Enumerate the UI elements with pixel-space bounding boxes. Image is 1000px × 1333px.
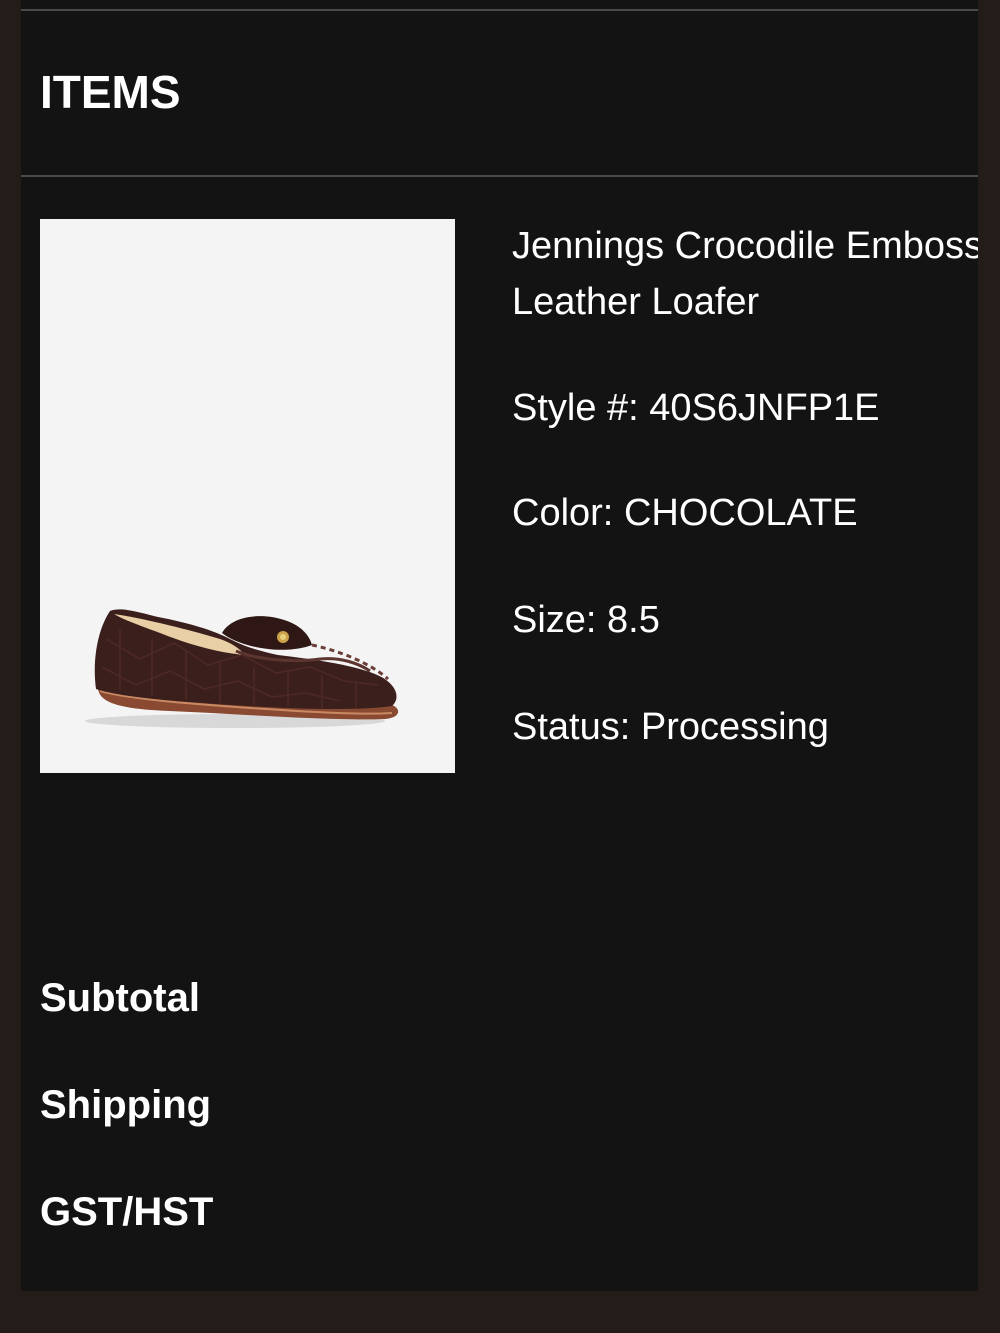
product-image[interactable] [40, 219, 455, 773]
color-row: Color: CHOCOLATE [512, 485, 858, 541]
shipping-label: Shipping [40, 1083, 212, 1127]
items-section-title: ITEMS [40, 66, 181, 118]
status-value: Processing [640, 706, 829, 748]
status-row: Status: Processing [512, 699, 829, 755]
item-details: Jennings Crocodile Embossed Leather Loaf… [512, 218, 978, 748]
color-value: CHOCOLATE [623, 492, 858, 534]
color-label: Color: [512, 492, 614, 534]
style-label: Style #: [512, 387, 639, 429]
size-row: Size: 8.5 [512, 592, 660, 648]
section-divider [21, 175, 978, 177]
subtotal-label: Subtotal [40, 976, 200, 1020]
status-label: Status: [512, 706, 631, 748]
tax-label: GST/HST [40, 1190, 214, 1234]
style-number-row: Style #: 40S6JNFP1E [512, 380, 880, 436]
loafer-shoe-icon [85, 609, 399, 728]
size-value: 8.5 [607, 599, 660, 641]
size-label: Size: [512, 599, 597, 641]
style-value: 40S6JNFP1E [649, 387, 880, 429]
top-divider [21, 9, 978, 11]
product-name-link[interactable]: Jennings Crocodile Embossed Leather Loaf… [512, 218, 978, 330]
order-items-panel: ITEMS Jennings Crocodile Emboss Leather … [21, 0, 978, 1291]
